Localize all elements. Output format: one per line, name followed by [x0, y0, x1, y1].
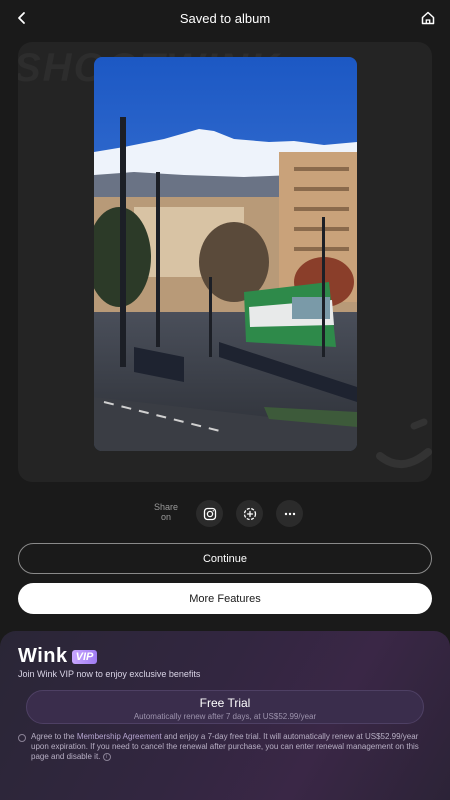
chevron-left-icon — [18, 12, 25, 24]
free-trial-note: Automatically renew after 7 days, at US$… — [133, 712, 317, 721]
page-title: Saved to album — [179, 10, 271, 26]
more-icon — [284, 512, 295, 515]
share-instagram-button[interactable] — [196, 500, 223, 527]
vip-panel: Wink VIP Join Wink VIP now to enjoy excl… — [0, 631, 450, 800]
home-icon — [421, 11, 435, 25]
agreement-text: Agree to the Membership Agreement and en… — [31, 732, 434, 762]
home-button[interactable] — [416, 6, 440, 30]
membership-agreement-link[interactable]: Membership Agreement — [77, 732, 162, 741]
share-more-button[interactable] — [276, 500, 303, 527]
vip-badge: VIP — [71, 649, 98, 664]
agreement-checkbox[interactable] — [18, 734, 26, 742]
saved-photo — [94, 57, 357, 451]
agreement-row: Agree to the Membership Agreement and en… — [18, 732, 434, 762]
free-trial-button[interactable]: Free Trial Automatically renew after 7 d… — [26, 690, 424, 724]
wink-vip-logo: Wink VIP — [18, 645, 98, 668]
continue-button[interactable]: Continue — [18, 543, 432, 574]
info-icon[interactable]: i — [102, 752, 111, 761]
more-features-button[interactable]: More Features — [18, 583, 432, 614]
top-bar: Saved to album — [0, 0, 450, 36]
back-button[interactable] — [10, 6, 34, 30]
vip-subtitle: Join Wink VIP now to enjoy exclusive ben… — [18, 669, 201, 679]
agreement-prefix: Agree to the — [31, 732, 77, 741]
story-icon — [243, 507, 256, 520]
free-trial-label: Free Trial — [199, 696, 251, 710]
share-story-button[interactable] — [236, 500, 263, 527]
brand-name: Wink — [18, 645, 68, 667]
preview-card: SHOOTWINK — [18, 42, 432, 482]
share-row: Share on — [0, 500, 450, 528]
share-label: Share on — [153, 502, 179, 522]
photo-illustration — [94, 57, 357, 451]
smile-decoration-icon — [376, 418, 432, 468]
instagram-icon — [203, 507, 216, 520]
